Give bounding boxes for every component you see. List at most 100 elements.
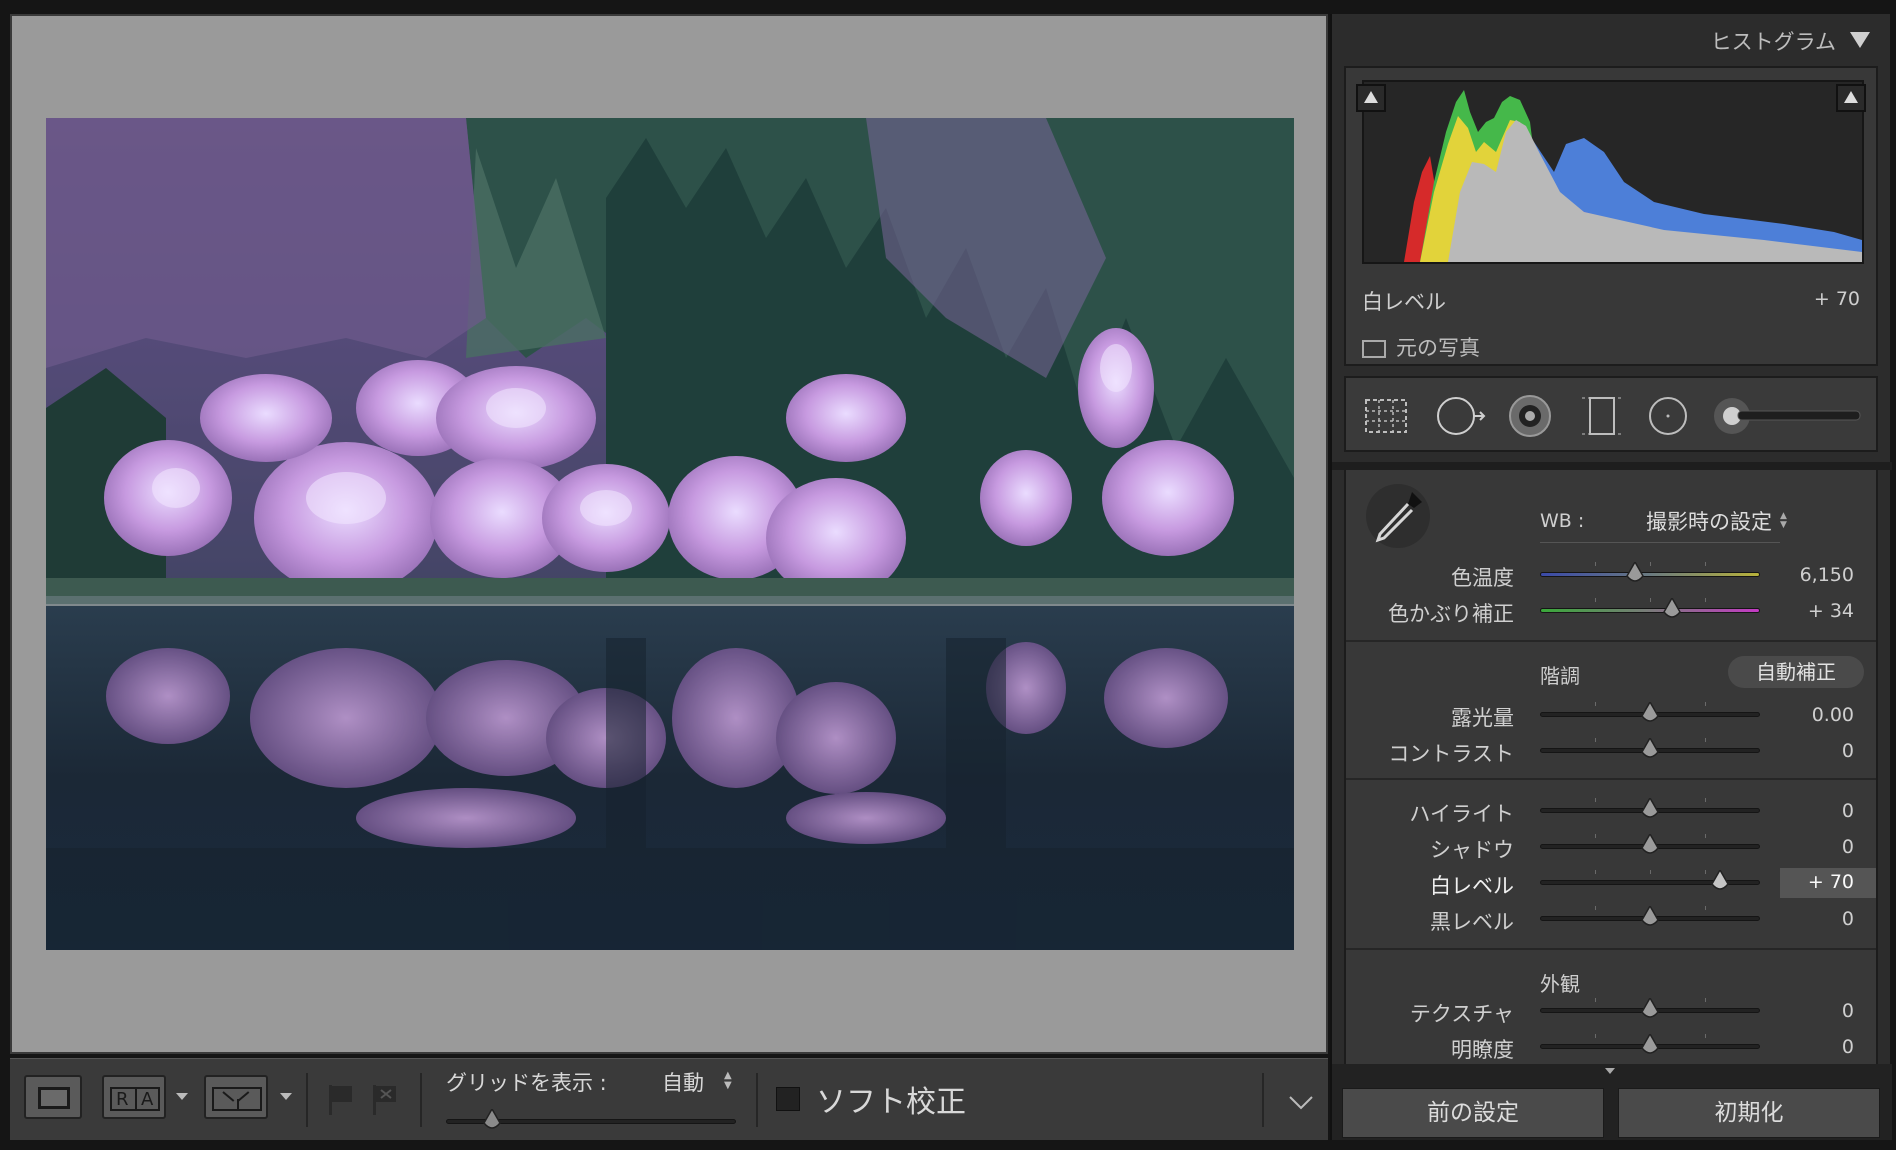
highlights-value[interactable]: 0 [1842, 800, 1854, 822]
slider-tick [1595, 562, 1596, 566]
panel-divider [1332, 462, 1892, 470]
toolbar-menu-icon[interactable] [1288, 1095, 1314, 1111]
slider-knob[interactable] [1640, 702, 1660, 726]
panel-footer: 前の設定 初期化 [1332, 1064, 1892, 1140]
wb-preset-select[interactable]: 撮影時の設定 [1646, 506, 1772, 536]
before-after-icon: R A [110, 1087, 160, 1111]
slider-knob[interactable] [1640, 998, 1660, 1022]
viewer-toolbar: R A グリッドを表示 : 自動 ▲ ▼ ソフト校正 [10, 1058, 1328, 1140]
histogram-title[interactable]: ヒストグラム [1711, 26, 1836, 56]
original-photo-label: 元の写真 [1396, 336, 1480, 360]
chevron-down-icon [1605, 1068, 1615, 1074]
previous-settings-button[interactable]: 前の設定 [1342, 1088, 1604, 1138]
grid-overlay-value[interactable]: 自動 [662, 1067, 704, 1097]
highlight-clipping-button[interactable] [1836, 84, 1866, 112]
slider-tick [1595, 906, 1596, 910]
histogram-plot[interactable] [1362, 80, 1864, 264]
slider-tick [1650, 870, 1651, 874]
slider-knob[interactable] [1662, 598, 1682, 622]
slider-tick [1595, 598, 1596, 602]
slider-tick [1595, 798, 1596, 802]
grid-size-slider[interactable] [446, 1109, 736, 1131]
slider-knob[interactable] [1640, 738, 1660, 762]
slider-knob[interactable] [482, 1109, 502, 1133]
clarity-value[interactable]: 0 [1842, 1036, 1854, 1058]
slider-tick [1705, 598, 1706, 602]
slider-tick [1705, 906, 1706, 910]
wb-eyedropper-button[interactable] [1366, 484, 1430, 548]
histogram-graph [1404, 90, 1862, 262]
slider-tick [1595, 738, 1596, 742]
texture-label: テクスチャ [1409, 1002, 1514, 1026]
chevron-down-icon[interactable] [176, 1093, 188, 1100]
slider-tick [1595, 702, 1596, 706]
exposure-slider[interactable] [1540, 702, 1760, 724]
tool-strip [1344, 376, 1878, 452]
single-frame-icon [38, 1087, 70, 1109]
image-viewer[interactable] [10, 14, 1328, 1054]
original-photo-checkbox[interactable] [1362, 340, 1386, 358]
temp-label: 色温度 [1451, 566, 1514, 590]
shadows-label: シャドウ [1430, 838, 1514, 862]
slider-knob[interactable] [1640, 834, 1660, 858]
histogram-info-label: 白レベル [1362, 290, 1446, 314]
tint-value[interactable]: + 34 [1808, 600, 1854, 622]
shadows-value[interactable]: 0 [1842, 836, 1854, 858]
adjustment-brush-icon[interactable] [1710, 392, 1866, 440]
spot-removal-icon[interactable] [1434, 392, 1490, 440]
reject-flag-icon[interactable] [370, 1083, 400, 1117]
red-eye-icon[interactable] [1506, 392, 1554, 440]
blacks-slider[interactable] [1540, 906, 1760, 928]
slider-knob[interactable] [1710, 870, 1730, 894]
radial-filter-icon[interactable] [1644, 392, 1692, 440]
slider-tick [1595, 998, 1596, 1002]
exposure-value[interactable]: 0.00 [1812, 704, 1854, 726]
slider-tick [1595, 1034, 1596, 1038]
highlights-slider[interactable] [1540, 798, 1760, 820]
whites-value[interactable]: + 70 [1780, 868, 1876, 898]
shadows-slider[interactable] [1540, 834, 1760, 856]
slider-tick [1705, 998, 1706, 1002]
texture-slider[interactable] [1540, 998, 1760, 1020]
texture-value[interactable]: 0 [1842, 1000, 1854, 1022]
slider-knob[interactable] [1640, 1034, 1660, 1058]
highlights-label: ハイライト [1409, 802, 1514, 826]
temp-value[interactable]: 6,150 [1800, 564, 1854, 586]
blacks-label: 黒レベル [1430, 910, 1514, 934]
slider-tick [1650, 598, 1651, 602]
histogram-info-value: + 70 [1813, 288, 1860, 310]
slider-knob[interactable] [1640, 906, 1660, 930]
photo-preview[interactable] [46, 118, 1294, 950]
chevron-down-icon[interactable] [280, 1093, 292, 1100]
temp-slider[interactable] [1540, 562, 1760, 584]
reset-button[interactable]: 初期化 [1618, 1088, 1880, 1138]
slider-knob[interactable] [1625, 562, 1645, 586]
tint-slider[interactable] [1540, 598, 1760, 620]
auto-tone-button[interactable]: 自動補正 [1728, 656, 1864, 688]
collapse-triangle-icon[interactable] [1850, 32, 1870, 48]
soft-proof-checkbox[interactable] [776, 1087, 800, 1111]
cherry-blossom-lake-image [46, 118, 1294, 950]
slider-tick [1705, 738, 1706, 742]
slider-tick [1705, 702, 1706, 706]
slider-tick [1705, 834, 1706, 838]
blacks-value[interactable]: 0 [1842, 908, 1854, 930]
clarity-slider[interactable] [1540, 1034, 1760, 1056]
contrast-value[interactable]: 0 [1842, 740, 1854, 762]
tint-label: 色かぶり補正 [1388, 602, 1514, 626]
whites-slider[interactable] [1540, 870, 1760, 892]
up-down-arrows-icon[interactable]: ▲ ▼ [724, 1071, 732, 1091]
contrast-label: コントラスト [1388, 742, 1514, 766]
before-after-split-button[interactable] [204, 1075, 268, 1119]
loupe-view-button[interactable] [24, 1075, 82, 1119]
contrast-slider[interactable] [1540, 738, 1760, 760]
histogram-panel: 白レベル + 70 元の写真 [1344, 66, 1878, 366]
graduated-filter-icon[interactable] [1578, 392, 1626, 440]
shadow-clipping-button[interactable] [1356, 84, 1386, 112]
crop-overlay-icon[interactable] [1362, 392, 1410, 440]
flag-icon[interactable] [326, 1083, 356, 1117]
up-down-arrows-icon[interactable]: ▲ ▼ [1780, 512, 1787, 530]
slider-tick [1705, 798, 1706, 802]
slider-knob[interactable] [1640, 798, 1660, 822]
before-after-view-button[interactable]: R A [102, 1075, 166, 1119]
